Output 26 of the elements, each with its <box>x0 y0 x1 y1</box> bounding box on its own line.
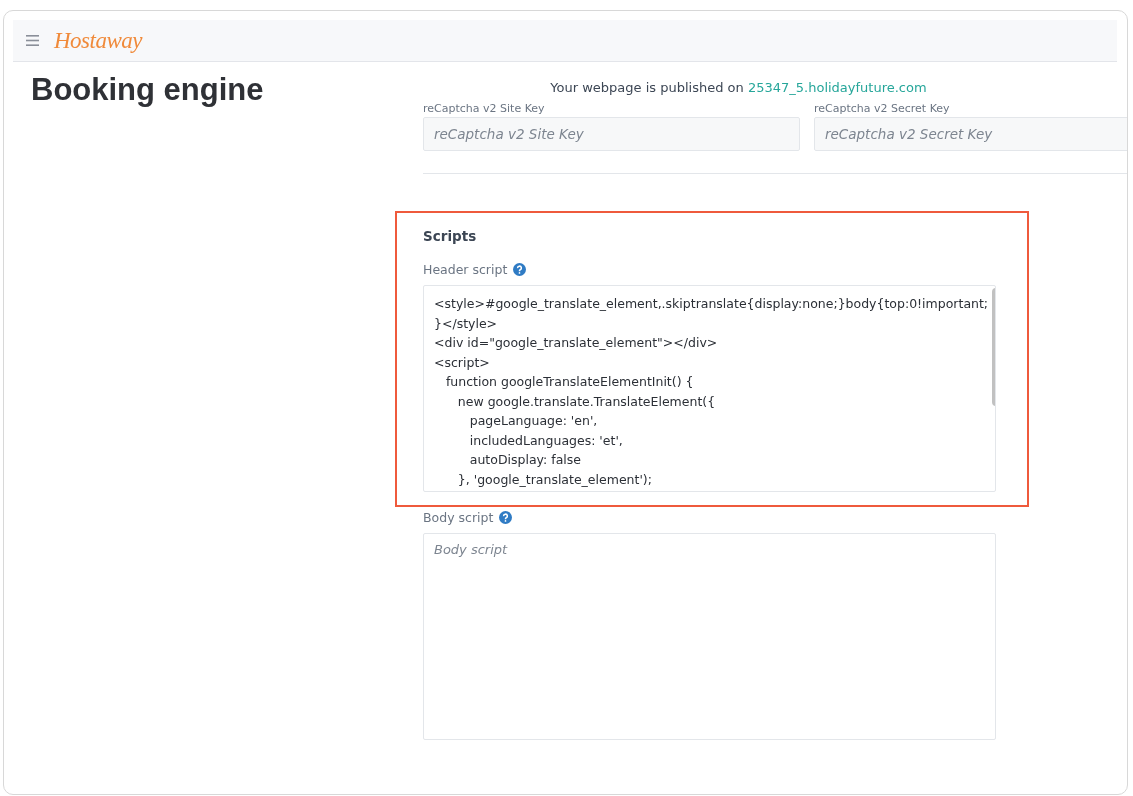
field-label: reCaptcha v2 Site Key <box>423 102 546 116</box>
menu-icon[interactable] <box>26 35 39 46</box>
code-line: function googleTranslateElementInit() { <box>444 373 695 391</box>
code-textarea[interactable] <box>423 285 996 492</box>
page-title: Booking engine <box>31 72 265 108</box>
help-icon[interactable] <box>499 511 513 524</box>
help-icon[interactable] <box>513 263 527 276</box>
published-text: Your webpage is published on <box>550 80 744 95</box>
logo[interactable]: Hostaway <box>54 27 142 54</box>
code-line: autoDisplay: false <box>468 451 582 469</box>
input-field[interactable]: reCaptcha v2 Secret Key <box>814 117 1127 151</box>
code-line: new google.translate.TranslateElement({ <box>456 392 717 411</box>
field-label: Header script <box>423 262 508 277</box>
code-line: <script> <box>434 353 491 372</box>
site-link[interactable]: 25347_5.holidayfuture.com <box>747 80 927 95</box>
textarea-field[interactable]: Body script <box>423 533 996 740</box>
code-line: }</style> <box>434 314 499 333</box>
code-line: }, 'google_translate_element'); <box>456 470 653 489</box>
input-field[interactable]: reCaptcha v2 Site Key <box>423 117 800 151</box>
section-title: Scripts <box>423 227 478 244</box>
field-label: Body script <box>423 510 494 525</box>
code-line: pageLanguage: 'en', <box>468 412 599 430</box>
code-line: includedLanguages: 'et', <box>468 431 624 450</box>
code-line: <div id="google_translate_element"></div> <box>434 334 719 352</box>
code-line: <style>#google_translate_element,.skiptranslate{display:none;}body{top:0!important; <box>434 295 989 313</box>
field-label: reCaptcha v2 Secret Key <box>814 102 951 116</box>
